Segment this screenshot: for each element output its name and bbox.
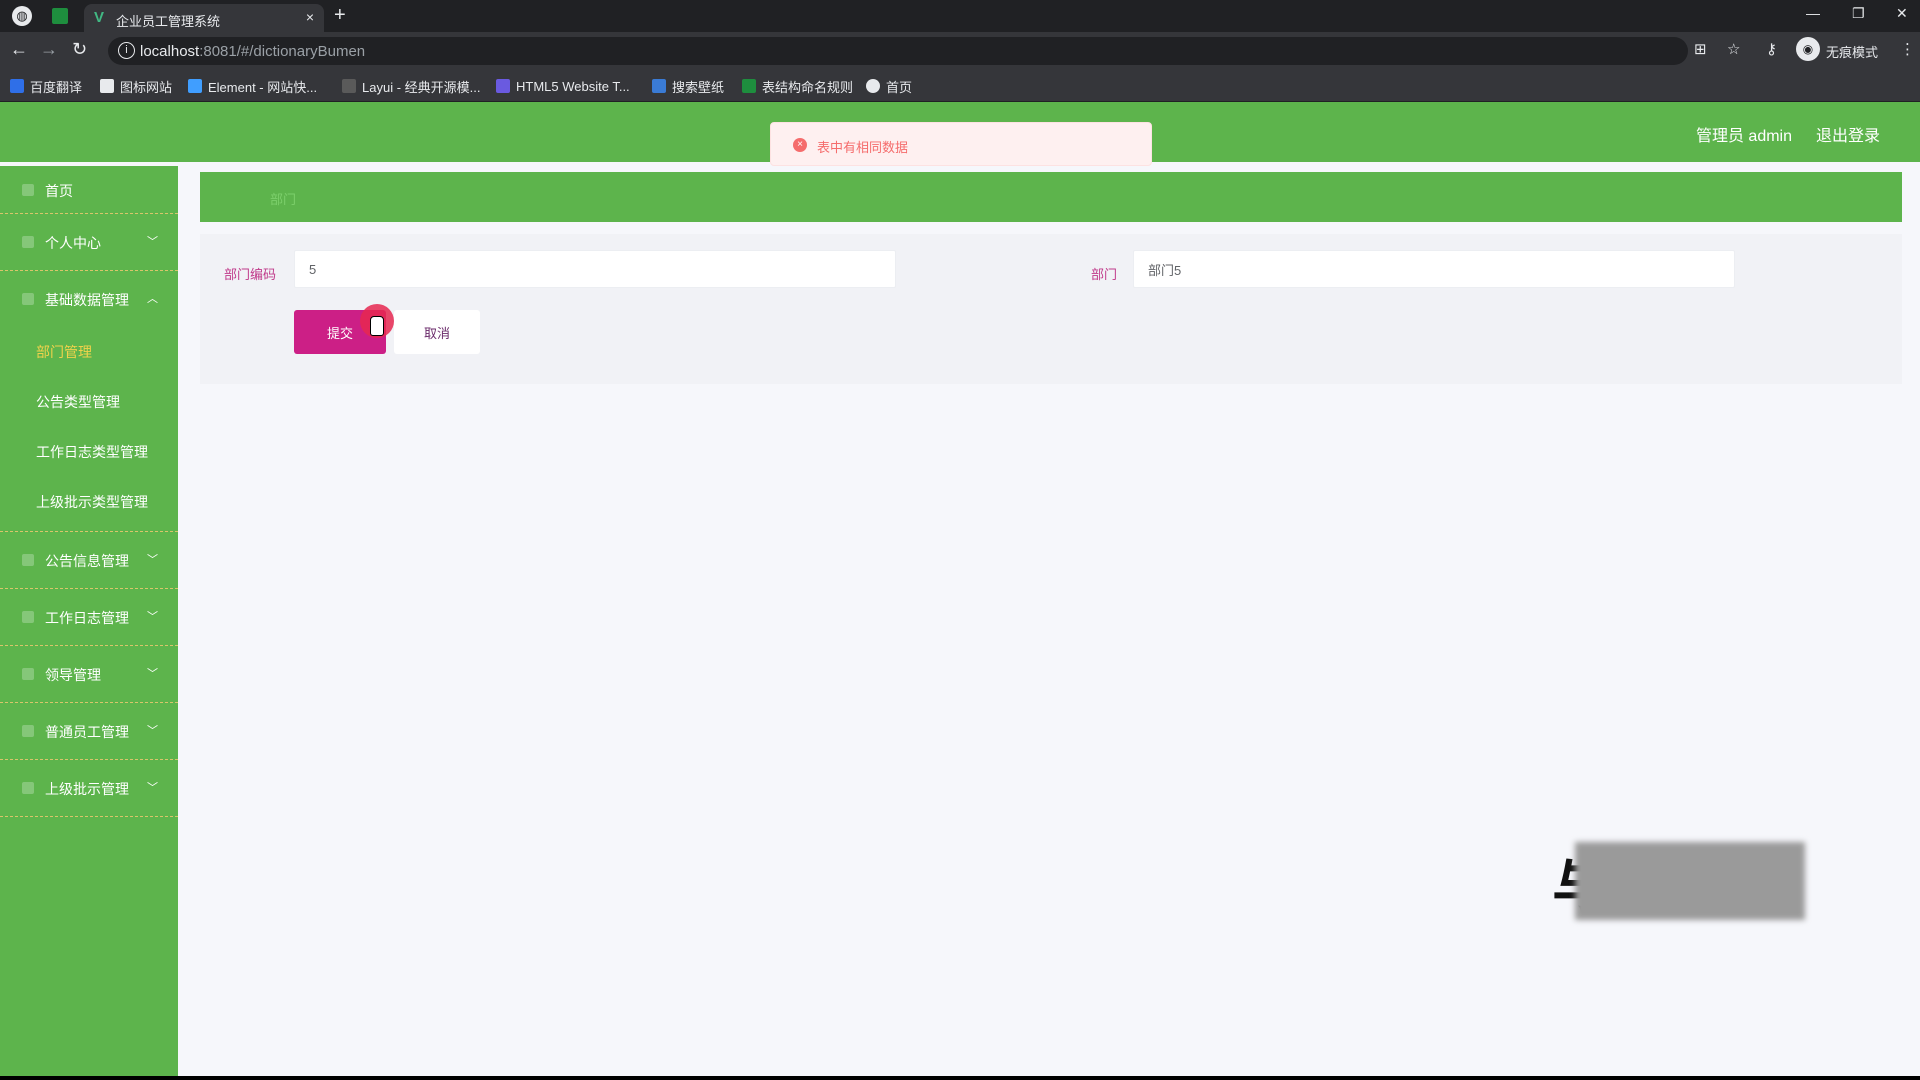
tab-title: 企业员工管理系统	[116, 14, 221, 29]
sidebar-item-personal[interactable]: 个人中心 ﹀	[0, 214, 178, 271]
current-user: 管理员 admin	[1695, 128, 1792, 145]
bookmark-item[interactable]: Element - 网站快...	[188, 76, 317, 96]
chevron-down-icon: ﹀	[147, 782, 158, 794]
layui-icon	[342, 79, 356, 93]
chevron-down-icon: ﹀	[147, 725, 158, 737]
hand-cursor-icon	[370, 316, 384, 336]
sidebar-item-notice[interactable]: 公告信息管理 ﹀	[0, 532, 178, 589]
minimize-icon[interactable]: —	[1806, 5, 1820, 21]
menu-dots-icon[interactable]: ⋮	[1900, 40, 1915, 58]
chevron-down-icon: ﹀	[147, 668, 158, 680]
restore-icon[interactable]: ❐	[1852, 5, 1865, 22]
app-root: 管理员 admin 退出登录 × 表中有相同数据 首页 个人中心 ﹀ 基础数据管…	[0, 102, 1920, 1076]
sidebar-item-worklog[interactable]: 工作日志管理 ﹀	[0, 589, 178, 646]
address-bar: ← → ↻ i localhost:8081/#/dictionaryBumen…	[0, 32, 1920, 68]
notice-icon	[22, 554, 34, 566]
log-icon	[22, 611, 34, 623]
department-code-input[interactable]	[294, 250, 896, 288]
instruction-icon	[22, 782, 34, 794]
data-icon	[22, 293, 34, 305]
reload-icon[interactable]: ↻	[72, 39, 87, 60]
department-name-input[interactable]	[1133, 250, 1735, 288]
cancel-button[interactable]: 取消	[394, 310, 480, 354]
incognito-label: 无痕模式	[1826, 45, 1879, 60]
back-icon[interactable]: ←	[10, 39, 28, 60]
url-field[interactable]: i localhost:8081/#/dictionaryBumen	[108, 37, 1688, 65]
html5-icon	[496, 79, 510, 93]
user-icon	[22, 236, 34, 248]
name-label: 部门	[1091, 267, 1118, 282]
department-form: 部门编码 部门 提交 取消	[200, 234, 1902, 384]
sidebar-item-basic-data[interactable]: 基础数据管理 ︿ 部门管理 公告类型管理 工作日志类型管理 上级批示类型管理	[0, 271, 178, 532]
bottom-edge	[0, 1076, 1920, 1080]
error-icon: ×	[793, 138, 807, 152]
blurred-watermark	[1575, 842, 1805, 920]
sidebar-sub-department[interactable]: 部门管理	[36, 342, 92, 362]
info-icon[interactable]: i	[118, 42, 135, 59]
bookmark-item[interactable]: 首页	[866, 76, 912, 96]
code-label: 部门编码	[224, 267, 277, 282]
sidebar: 首页 个人中心 ﹀ 基础数据管理 ︿ 部门管理 公告类型管理 工作日志类型管理 …	[0, 166, 178, 1076]
sidebar-sub-notice-type[interactable]: 公告类型管理	[36, 392, 120, 412]
chevron-down-icon: ﹀	[147, 554, 158, 566]
error-toast: × 表中有相同数据	[770, 122, 1152, 166]
star-icon[interactable]: ☆	[1727, 40, 1740, 58]
bookmark-icon	[10, 79, 24, 93]
element-icon	[188, 79, 202, 93]
sidebar-item-leader[interactable]: 领导管理 ﹀	[0, 646, 178, 703]
leader-icon	[22, 668, 34, 680]
browser-tab[interactable]: V 企业员工管理系统 ×	[84, 4, 324, 32]
wallpaper-icon	[652, 79, 666, 93]
sidebar-item-instruction[interactable]: 上级批示管理 ﹀	[0, 760, 178, 817]
toast-message: 表中有相同数据	[817, 140, 909, 155]
breadcrumb-text: 部门	[270, 192, 297, 207]
globe-icon[interactable]: ◍	[12, 6, 32, 26]
sheet-icon[interactable]	[52, 8, 68, 24]
bookmark-item[interactable]: 百度翻译	[10, 76, 82, 96]
globe-icon	[866, 79, 880, 93]
close-tab-icon[interactable]: ×	[306, 9, 314, 25]
chevron-down-icon: ﹀	[147, 236, 158, 248]
browser-tab-bar: ◍ V 企业员工管理系统 × + — ❐ ✕	[0, 0, 1920, 32]
url-text: localhost:8081/#/dictionaryBumen	[140, 43, 366, 60]
bookmark-item[interactable]: 搜索壁纸	[652, 76, 724, 96]
sidebar-sub-worklog-type[interactable]: 工作日志类型管理	[36, 442, 148, 462]
chevron-up-icon: ︿	[147, 293, 158, 305]
translate-icon[interactable]: ⊞	[1694, 40, 1707, 58]
incognito-icon[interactable]: ◉	[1796, 37, 1820, 61]
new-tab-button[interactable]: +	[334, 4, 346, 27]
sheet-icon	[742, 79, 756, 93]
staff-icon	[22, 725, 34, 737]
bookmarks-bar: 百度翻译 图标网站 Element - 网站快... Layui - 经典开源模…	[0, 68, 1920, 102]
chevron-down-icon: ﹀	[147, 611, 158, 623]
home-icon	[22, 184, 34, 196]
sidebar-item-home[interactable]: 首页	[0, 166, 178, 214]
bookmark-item[interactable]: 图标网站	[100, 76, 172, 96]
close-window-icon[interactable]: ✕	[1896, 5, 1908, 22]
sidebar-item-staff[interactable]: 普通员工管理 ﹀	[0, 703, 178, 760]
bookmark-item[interactable]: Layui - 经典开源模...	[342, 76, 480, 96]
sidebar-sub-instruction-type[interactable]: 上级批示类型管理	[36, 492, 148, 512]
flag-icon	[100, 79, 114, 93]
bookmark-item[interactable]: HTML5 Website T...	[496, 76, 630, 96]
forward-icon[interactable]: →	[40, 39, 58, 60]
key-icon[interactable]: ⚷	[1766, 40, 1777, 58]
logout-link[interactable]: 退出登录	[1816, 122, 1880, 146]
vue-icon: V	[94, 9, 105, 26]
breadcrumb: 部门	[200, 172, 1902, 222]
bookmark-item[interactable]: 表结构命名规则	[742, 76, 853, 96]
